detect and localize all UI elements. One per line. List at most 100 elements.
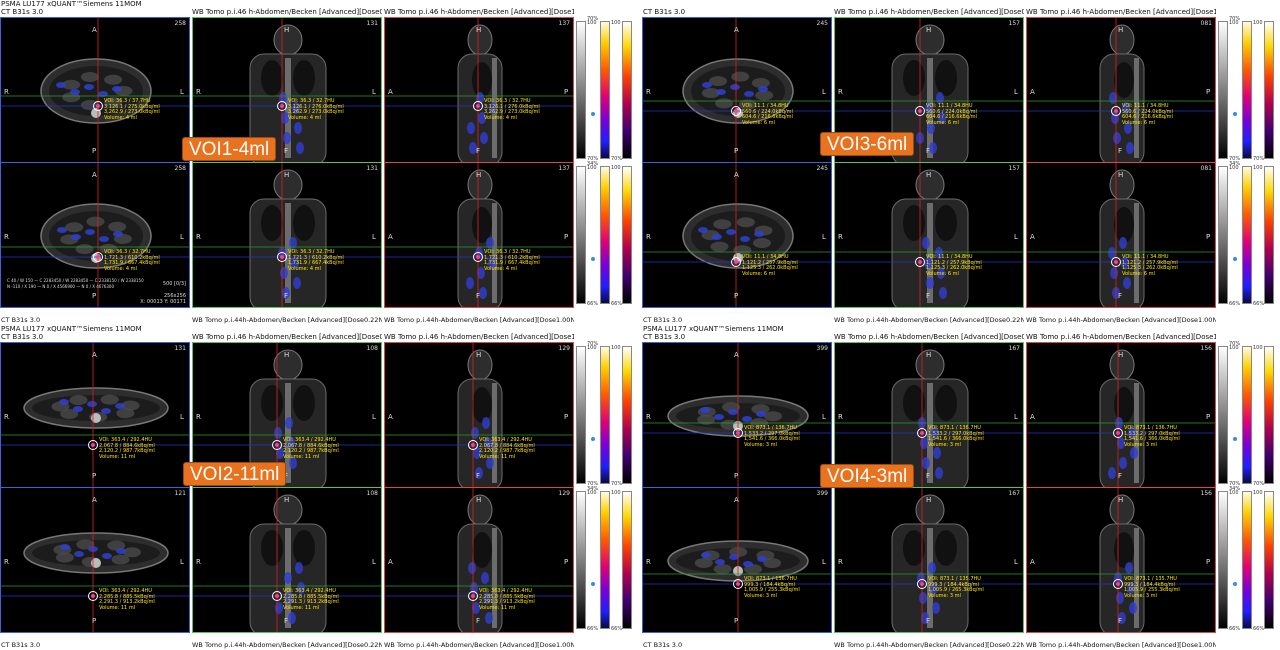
spect-hot-bar[interactable] [1264,21,1274,159]
ct-grayscale-bar[interactable] [1218,491,1228,629]
slice-number: 245 [816,165,828,172]
viewport-axial-r1[interactable]: 399 A P R L VOI: 873.1 / 136.7HU 1,533.2 / 29… [642,342,832,488]
viewport-axial-r1[interactable]: 131 A P R L VOI: 363.4 / 292.4HU 2,067.8 / 88… [0,342,190,488]
colorbar-value-label: 100 [1253,345,1263,351]
voi-marker-center [275,443,279,447]
ct-grayscale-bar[interactable] [576,166,586,304]
viewport-canvas [193,163,381,307]
ct-grayscale-bar[interactable] [576,491,586,629]
viewport-sagittal-r1[interactable]: 129 H F A P VOI: 363.4 / 292.4HU 2,067.8 / 88… [384,342,574,488]
viewport-canvas [1027,18,1215,162]
colorbar-panel-r1[interactable]: 100 70% 70% 100 70% [1216,341,1274,488]
orientation-bottom-label: F [476,617,481,625]
orientation-left-label: R [646,558,651,566]
lung-right [293,530,315,566]
viewport-sagittal-r1[interactable]: 137 H F A P VOI: 36.3 / 32.7HU 3,126.1 / 276.… [384,17,574,163]
slice-number: 108 [366,345,378,352]
viewport-axial-r2[interactable]: 121 A P R L VOI: 363.4 / 292.4HU 2,285.8 / 88… [0,487,190,633]
organ-blob [75,244,94,255]
spect-hot-bar[interactable] [1264,346,1274,484]
uptake-spot [922,237,930,249]
viewport-coronal-r2[interactable]: 108 H F R L VOI: 363.4 / 292.4HU 2,285.8 / 88… [192,487,382,633]
colorbar-panel-r1[interactable]: 100 70% 70% 100 70% [574,16,632,163]
colorbar-panel-r2[interactable]: 100 34% 66% 100 66% [1216,486,1274,633]
uptake-spot [1110,267,1118,279]
ct-grayscale-bar[interactable] [1218,346,1228,484]
colorbar-panel-r1[interactable]: 100 70% 70% 100 70% [1216,16,1274,163]
viewport-coronal-r2[interactable]: 131 H F R L VOI: 36.3 / 32.7HU 1,721.3 / 610.… [192,162,382,308]
organ-blob [715,98,734,109]
spect-hot-bar[interactable] [1264,491,1274,629]
colorbar-panel-r2[interactable]: 100 34% 66% 100 66% [574,161,632,308]
colorbar-slider-handle[interactable] [591,257,595,261]
spect-color-bar[interactable] [600,166,610,304]
viewport-axial-r2[interactable]: 245 A P R L VOI: 11.1 / 34.8HU 1,121.2 / 257.… [642,162,832,308]
viewport-sagittal-r1[interactable]: 156 H F A P VOI: 873.1 / 136.7HU 1,533.2 / 29… [1026,342,1216,488]
colorbar-panel-r2[interactable]: 100 34% 66% 100 66% [574,486,632,633]
spect-hot-bar[interactable] [622,491,632,629]
orientation-top-label: H [476,26,482,34]
orientation-right-label: L [822,88,826,96]
colorbar-slider-handle[interactable] [591,437,595,441]
uptake-spot [701,552,711,558]
voi-annotation: VOI: 36.3 / 32.7HU 3,126.1 / 276.0kBq/ml… [484,98,540,121]
spect-hot-bar[interactable] [622,346,632,484]
orientation-left-label: A [388,413,393,421]
colorbar-panel-r2[interactable]: 100 34% 66% 100 66% [1216,161,1274,308]
orientation-right-label: P [1206,88,1211,96]
uptake-spot [283,132,291,144]
spine [492,528,497,628]
colorbar-slider-handle[interactable] [591,112,595,116]
spect-color-bar[interactable] [600,21,610,159]
viewport-coronal-r2[interactable]: 157 H F R L VOI: 11.1 / 34.8HU 1,121.2 / 257.… [834,162,1024,308]
colorbar-slider-handle[interactable] [1233,257,1237,261]
ct-grayscale-bar[interactable] [1218,21,1228,159]
orientation-top-label: A [92,26,97,34]
colorbar-value-label: 70% [1229,341,1241,347]
ct-grayscale-bar[interactable] [576,21,586,159]
spect-color-bar[interactable] [1242,346,1252,484]
viewport-sagittal-r1[interactable]: 081 H F A P VOI: 11.1 / 34.8HU 560.6 / 224.0k… [1026,17,1216,163]
viewport-canvas [835,488,1023,632]
spect-hot-bar[interactable] [622,21,632,159]
ct-grayscale-bar[interactable] [1218,166,1228,304]
spect-hot-bar[interactable] [622,166,632,304]
viewport-sagittal-r2[interactable]: 137 H F A P VOI: 36.3 / 32.7HU 1,721.3 / 610.… [384,162,574,308]
spect-color-bar[interactable] [600,491,610,629]
orientation-left-label: A [1030,233,1035,241]
study-title: PSMA LU177 xQUANT™Siemens 11MOM [1,325,142,333]
viewport-coronal-r2[interactable]: 167 H F R L VOI: 873.1 / 135.7HU 999.3 / 184.… [834,487,1024,633]
colorbar-panel-r1[interactable]: 100 70% 70% 100 70% [574,341,632,488]
colorbar-slider-handle[interactable] [1233,437,1237,441]
viewport-sagittal-r2[interactable]: 129 H F A P VOI: 363.4 / 292.4HU 2,285.8 / 88… [384,487,574,633]
viewport-sagittal-r2[interactable]: 081 H F A P VOI: 11.1 / 34.8HU 1,121.2 / 257.… [1026,162,1216,308]
colorbar-value-label: 100 [1253,490,1263,496]
viewport-axial-r1[interactable]: 258 A P R L VOI: 36.3 / 37.7HU 3,126.1 / 275.… [0,17,190,163]
spect-hot-bar[interactable] [1264,166,1274,304]
voi-annotation: VOI: 36.3 / 32.7HU 1,721.3 / 610.2kBq/ml… [484,249,540,272]
viewport-sagittal-r2[interactable]: 156 H F A P VOI: 873.1 / 135.7HU 999.3 / 184.… [1026,487,1216,633]
viewport-axial-r2[interactable]: 399 A P R L VOI: 873.1 / 136.7HU 999.3 / 184.… [642,487,832,633]
spect-color-bar[interactable] [1242,166,1252,304]
uptake-spot [757,556,767,562]
voi-marker-center [96,255,100,259]
colorbar-slider-handle[interactable] [1233,112,1237,116]
uptake-spot [57,227,67,233]
ct-grayscale-bar[interactable] [576,346,586,484]
uptake-spot [60,544,70,550]
voi-marker-center [91,443,95,447]
voi-marker-center [471,594,475,598]
spect-color-bar[interactable] [1242,21,1252,159]
slice-number: 131 [366,20,378,27]
spect-color-bar[interactable] [1242,491,1252,629]
spect-color-bar[interactable] [600,346,610,484]
viewport-canvas [1027,163,1215,307]
organ-blob [86,216,105,227]
voi-annotation: VOI: 36.3 / 32.7HU 1,721.3 / 610.2kBq/ml… [288,249,344,272]
viewport-canvas [643,488,831,632]
colorbar-slider-handle[interactable] [591,582,595,586]
colorbar-slider-handle[interactable] [1233,582,1237,586]
viewport-axial-r2[interactable]: 258 A P R L VOI: 36.3 / 32.7HU 1,721.3 / 610.… [0,162,190,308]
uptake-spot [1119,457,1127,469]
viewport-axial-r1[interactable]: 245 A P R L VOI: 11.1 / 34.8HU 560.6 / 224.0k… [642,17,832,163]
